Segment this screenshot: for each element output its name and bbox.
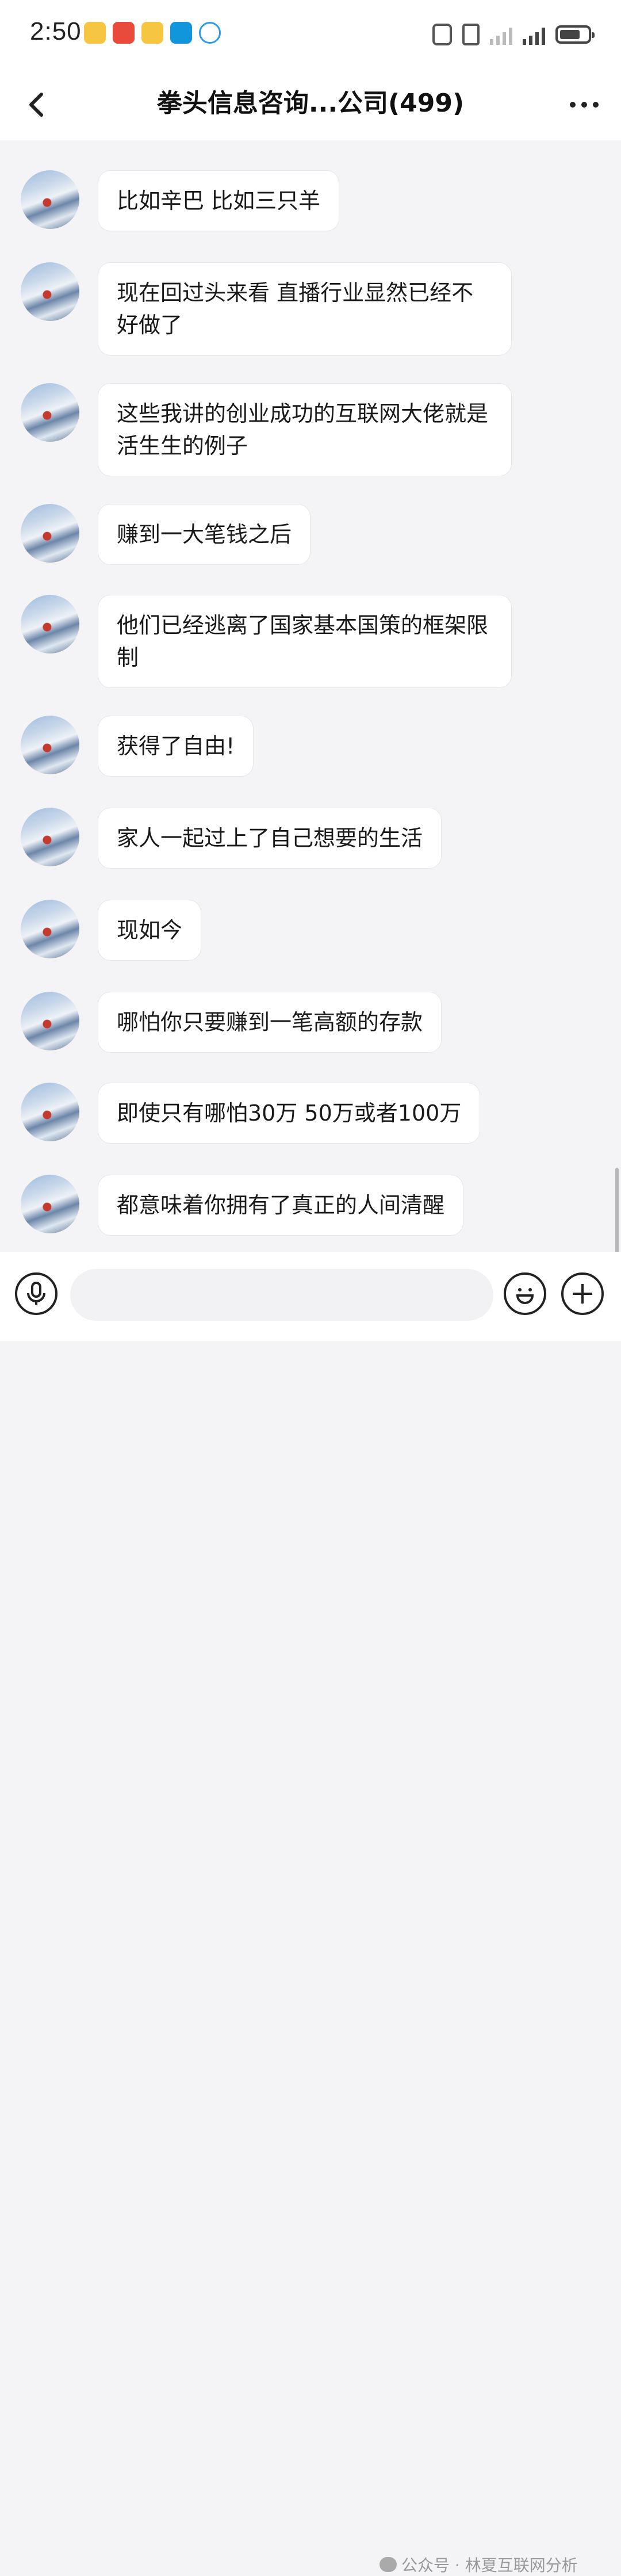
search-app-icon (170, 22, 192, 44)
chat-header: 拳头信息咨询...公司(499) (0, 69, 621, 140)
weibo-icon (141, 22, 163, 44)
avatar[interactable] (21, 808, 79, 866)
chat-title: 拳头信息咨询...公司(499) (156, 89, 465, 118)
message-list[interactable]: 比如辛巴 比如三只羊 现在回过头来看 直播行业显然已经不好做了 这些我讲的创业成… (0, 140, 621, 1252)
message-bubble[interactable]: 赚到一大笔钱之后 (98, 504, 311, 565)
message-bubble[interactable]: 这些我讲的创业成功的互联网大佬就是活生生的例子 (98, 383, 512, 476)
plus-icon (573, 1284, 592, 1304)
message-bubble[interactable]: 哪怕你只要赚到一笔高额的存款 (98, 992, 442, 1053)
wechat-icon (379, 2557, 397, 2572)
message-bubble[interactable]: 现在回过头来看 直播行业显然已经不好做了 (98, 262, 512, 356)
more-button[interactable] (564, 84, 605, 125)
chevron-left-icon (29, 93, 43, 117)
avatar[interactable] (21, 170, 79, 229)
input-bar: 公众号 · 林夏互联网分析 (0, 1252, 621, 2575)
nfc-icon (432, 24, 452, 45)
back-button[interactable] (17, 84, 59, 125)
emoji-button[interactable] (504, 1272, 546, 1315)
weibo-icon (84, 22, 106, 44)
more-dots-icon (570, 102, 576, 108)
battery-icon (555, 25, 595, 44)
avatar[interactable] (21, 595, 79, 653)
message-bubble[interactable]: 比如辛巴 比如三只羊 (98, 170, 340, 231)
message-input[interactable] (70, 1269, 493, 1321)
message-bubble[interactable]: 家人一起过上了自己想要的生活 (98, 808, 442, 869)
message-bubble[interactable]: 他们已经逃离了国家基本国策的框架限制 (98, 595, 512, 688)
status-time: 2:50 (30, 17, 82, 45)
avatar[interactable] (21, 716, 79, 774)
watermark-text: 公众号 · 林夏互联网分析 (401, 2556, 578, 2575)
message-bubble[interactable]: 现如今 (98, 900, 202, 961)
avatar[interactable] (21, 504, 79, 563)
voice-button[interactable] (15, 1272, 57, 1315)
vibrate-icon (462, 24, 480, 45)
app-swirl-icon (199, 22, 221, 44)
watermark: 公众号 · 林夏互联网分析 (379, 2553, 578, 2576)
add-button[interactable] (561, 1272, 604, 1315)
microphone-icon (27, 1282, 45, 1305)
system-icons (432, 23, 595, 46)
avatar[interactable] (21, 900, 79, 958)
avatar[interactable] (21, 992, 79, 1050)
signal-icon (490, 24, 512, 45)
message-bubble[interactable]: 即使只有哪怕30万 50万或者100万 (98, 1083, 481, 1144)
message-bubble[interactable]: 获得了自由! (98, 716, 254, 777)
message-bubble[interactable]: 都意味着你拥有了真正的人间清醒 (98, 1175, 464, 1236)
avatar[interactable] (21, 1083, 79, 1141)
app-red-icon (113, 22, 135, 44)
avatar[interactable] (21, 262, 79, 321)
avatar[interactable] (21, 383, 79, 442)
scrollbar[interactable] (615, 1168, 619, 1252)
status-bar: 2:50 (0, 0, 621, 69)
signal-icon (523, 24, 545, 45)
avatar[interactable] (21, 1175, 79, 1233)
emoji-icon (516, 1288, 534, 1304)
